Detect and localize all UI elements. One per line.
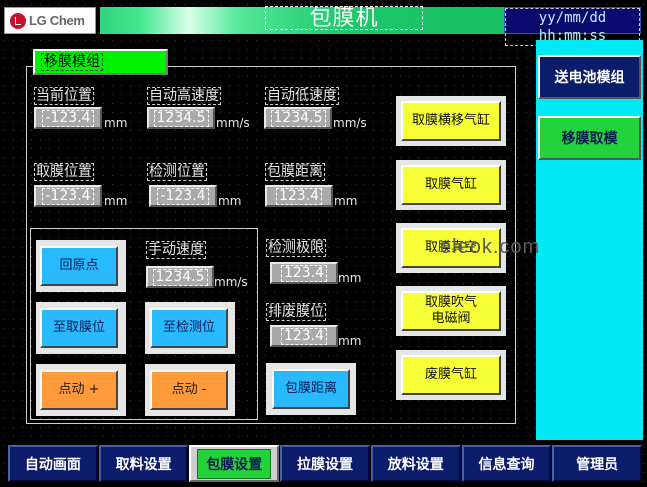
manual-speed-value: 1234.5 [152,268,208,286]
current-pos-value-text: -123.4 [42,109,94,127]
nav-label: 自动画面 [24,456,81,473]
blow-label-line2: 电磁阀 [431,311,471,326]
film-transfer-button[interactable]: 移膜取模 [538,116,641,160]
nav-wrap-settings[interactable]: 包膜设置 [189,445,280,482]
auto-high-speed-input[interactable]: 1234.5 [147,107,215,129]
nav-label: 取料设置 [115,456,172,473]
detect-pos-label: 检测位置 [147,163,207,181]
detect-pos-input[interactable]: -123.4 [149,185,217,207]
nav-label: 管理员 [576,456,619,473]
auto-low-speed-label: 自动低速度 [265,87,339,105]
detect-limit-label: 检测极限 [266,239,326,257]
take-film-blow-valve-button[interactable]: 取膜吹气 电磁阀 [401,291,501,331]
auto-high-speed-value: 1234.5 [153,109,209,127]
logo-text: LG Chem [29,13,85,28]
current-pos-unit: mm [104,116,128,130]
take-film-pos-label: 取膜位置 [34,163,94,181]
detect-limit-input[interactable]: 123.4 [270,262,338,284]
page-title: 包膜机 [265,6,423,31]
nav-label: 放料设置 [387,456,444,473]
blow-label-line1: 取膜吹气 [424,295,477,310]
wrap-distance-value: 123.4 [275,187,323,205]
lg-logo-icon [10,12,26,29]
send-battery-module-button[interactable]: 送电池模组 [538,55,641,99]
current-pos-label: 当前位置 [34,87,94,105]
film-transfer-cylinder-button[interactable]: 取膜横移气缸 [401,101,501,141]
take-film-pos-input[interactable]: -123.4 [34,185,102,207]
nav-feed-settings[interactable]: 取料设置 [98,445,189,482]
to-take-film-button[interactable]: 至取膜位 [40,308,118,348]
current-pos-value: -123.4 [34,107,102,129]
nav-info-query[interactable]: 信息查询 [461,445,552,482]
auto-high-speed-unit: mm/s [216,116,250,130]
wrap-distance-unit: mm [334,194,358,208]
nav-admin[interactable]: 管理员 [552,445,643,482]
jog-plus-button[interactable]: 点动 + [40,370,118,410]
bottom-nav: 自动画面 取料设置 包膜设置 拉膜设置 放料设置 信息查询 管理员 [8,445,643,482]
manual-speed-label: 手动速度 [146,241,206,259]
detect-limit-unit: mm [338,271,362,285]
detect-pos-unit: mm [218,194,242,208]
manual-speed-input[interactable]: 1234.5 [146,266,214,288]
take-film-cylinder-button[interactable]: 取膜气缸 [401,165,501,205]
manual-speed-unit: mm/s [214,275,248,289]
nav-label: 信息查询 [478,456,535,473]
nav-unload-settings[interactable]: 放料设置 [370,445,461,482]
nav-label: 拉膜设置 [297,456,354,473]
jog-minus-button[interactable]: 点动 - [150,370,228,410]
detect-limit-value: 123.4 [280,264,328,282]
auto-high-speed-label: 自动高速度 [147,87,221,105]
to-detect-button[interactable]: 至检测位 [150,308,228,348]
detect-pos-value: -123.4 [157,187,209,205]
nav-auto-screen[interactable]: 自动画面 [8,445,98,482]
wrap-distance-input[interactable]: 123.4 [265,185,333,207]
module-title: 移膜模组 [41,53,103,71]
waste-film-cylinder-button[interactable]: 废膜气缸 [401,355,501,395]
auto-low-speed-input[interactable]: 1234.5 [264,107,332,129]
wrap-distance-label: 包膜距离 [265,163,325,181]
module-tab: 移膜模组 [33,49,168,75]
clock-display: yy/mm/dd hh:mm:ss [504,7,641,46]
nav-pull-settings[interactable]: 拉膜设置 [280,445,370,482]
nav-label: 包膜设置 [197,448,272,479]
waste-film-pos-label: 排废膜位 [266,303,326,321]
hmi-screen: LG Chem 包膜机 yy/mm/dd hh:mm:ss 送电池模组 移膜取模… [0,0,647,487]
waste-film-pos-value: 123.4 [280,327,328,345]
waste-film-pos-input[interactable]: 123.4 [270,325,338,347]
take-film-pos-value: -123.4 [42,187,94,205]
wrap-distance-button[interactable]: 包膜距离 [272,369,350,409]
logo: LG Chem [4,7,96,34]
watermark: eleok.com [440,236,541,258]
take-film-pos-unit: mm [104,194,128,208]
right-panel [536,40,643,440]
home-button[interactable]: 回原点 [40,246,118,286]
auto-low-speed-value: 1234.5 [270,109,326,127]
waste-film-pos-unit: mm [338,334,362,348]
auto-low-speed-unit: mm/s [333,116,367,130]
